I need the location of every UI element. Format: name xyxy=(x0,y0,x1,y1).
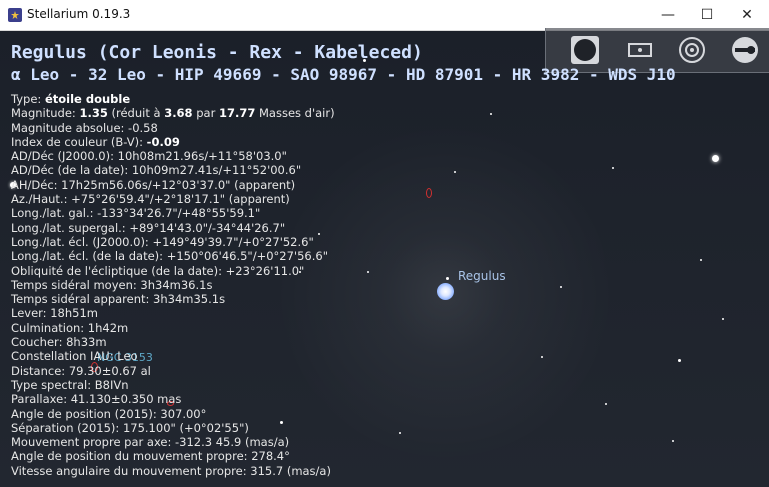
info-label: Masses d'air) xyxy=(255,106,335,121)
window-title: Stellarium 0.19.3 xyxy=(27,7,131,21)
info-label: Type: xyxy=(11,92,45,106)
window-titlebar: Stellarium 0.19.3 — ☐ ✕ xyxy=(0,0,769,31)
object-designations: α Leo - 32 Leo - HIP 49669 - SAO 98967 -… xyxy=(11,65,676,84)
info-value: 1.35 xyxy=(79,106,108,121)
info-line: AD/Déc (J2000.0): 10h08m21.96s/+11°58'03… xyxy=(11,149,287,164)
stellarium-app-icon xyxy=(8,8,22,22)
info-label: Index de couleur (B-V): xyxy=(11,134,147,149)
atmosphere-toggle-button[interactable] xyxy=(676,34,708,66)
minimize-button[interactable]: — xyxy=(648,0,688,30)
info-line: Magnitude absolue: -0.58 xyxy=(11,120,158,135)
info-line: Long./lat. écl. (de la date): +150°06'46… xyxy=(11,249,328,264)
info-line: Lever: 18h51m xyxy=(11,306,98,321)
object-name: Regulus (Cor Leonis - Rex - Kabeleced) xyxy=(11,42,423,63)
info-line: Long./lat. écl. (J2000.0): +149°49'39.7"… xyxy=(11,234,314,249)
object-info-panel: Regulus (Cor Leonis - Rex - Kabeleced) α… xyxy=(11,42,676,478)
info-line: Long./lat. gal.: -133°34'26.7"/+48°55'59… xyxy=(11,206,261,221)
info-line: Type: étoile double xyxy=(11,92,676,106)
info-line: Coucher: 8h33m xyxy=(11,335,107,350)
info-line: Culmination: 1h42m xyxy=(11,320,129,335)
wrench-icon xyxy=(732,37,758,63)
object-details: Type: étoile double Magnitude: 1.35 (rédu… xyxy=(11,92,676,478)
info-label: Magnitude: xyxy=(11,106,80,121)
info-line: Magnitude: 1.35 (réduit à 3.68 par 17.77… xyxy=(11,106,676,120)
info-line: Index de couleur (B-V): -0.09 xyxy=(11,135,676,149)
info-value: 3.68 xyxy=(164,106,193,121)
info-line: Angle de position (2015): 307.00° xyxy=(11,406,207,421)
info-line: Mouvement propre par axe: -312.3 45.9 (m… xyxy=(11,435,290,450)
info-line: Vitesse angulaire du mouvement propre: 3… xyxy=(11,463,331,478)
info-line: Obliquité de l'écliptique (de la date): … xyxy=(11,263,305,278)
close-button[interactable]: ✕ xyxy=(727,0,767,30)
info-line: AD/Déc (de la date): 10h09m27.41s/+11°52… xyxy=(11,163,302,178)
info-value: -0.09 xyxy=(146,134,180,149)
info-line: Distance: 79.30±0.67 al xyxy=(11,363,151,378)
info-line: Séparation (2015): 175.100" (+0°02'55") xyxy=(11,420,249,435)
info-line: AH/Déc: 17h25m56.06s/+12°03'37.0" (appar… xyxy=(11,177,296,192)
atmosphere-icon xyxy=(679,37,705,63)
info-label: par xyxy=(192,106,219,121)
info-line: Az./Haut.: +75°26'59.4"/+2°18'17.1" (app… xyxy=(11,192,290,207)
info-line: Temps sidéral apparent: 3h34m35.1s xyxy=(11,292,226,307)
info-line: Long./lat. supergal.: +89°14'43.0"/-34°4… xyxy=(11,220,286,235)
info-line: Constellation IAU: Leo xyxy=(11,349,138,364)
info-line: Angle de position du mouvement propre: 2… xyxy=(11,449,290,464)
info-label: (réduit à xyxy=(107,106,165,121)
settings-button[interactable] xyxy=(729,34,761,66)
star[interactable] xyxy=(678,359,681,362)
maximize-button[interactable]: ☐ xyxy=(687,0,727,30)
info-value: 17.77 xyxy=(218,106,256,121)
info-line: Parallaxe: 41.130±0.350 mas xyxy=(11,392,182,407)
info-line: Temps sidéral moyen: 3h34m36.1s xyxy=(11,277,213,292)
star[interactable] xyxy=(722,318,724,320)
info-value: étoile double xyxy=(44,92,131,106)
star[interactable] xyxy=(700,259,702,261)
info-line: Type spectral: B8IVn xyxy=(11,377,129,392)
star[interactable] xyxy=(712,155,719,162)
